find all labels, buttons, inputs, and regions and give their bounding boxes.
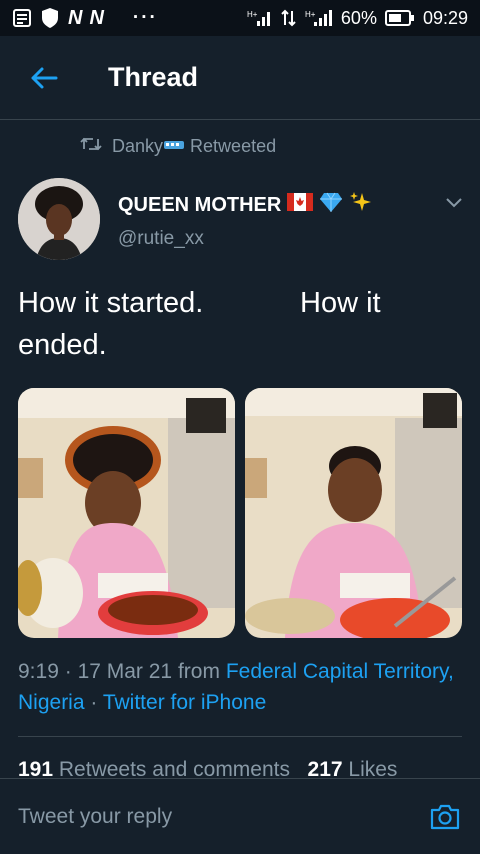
retweeted-label: Retweeted [190, 136, 277, 156]
notes-icon [12, 8, 32, 28]
camera-button[interactable] [428, 800, 462, 834]
retweet-icon [80, 136, 102, 157]
meta-separator-1: · [64, 660, 72, 683]
ship-emoji-icon [163, 136, 185, 156]
svg-text:H+: H+ [247, 10, 258, 19]
tweet-options-button[interactable] [440, 190, 468, 214]
camera-icon [430, 804, 460, 829]
author-name[interactable]: QUEEN MOTHER [118, 190, 373, 220]
retweet-context[interactable]: Danky Retweeted [80, 136, 276, 157]
thread-header: Thread [0, 36, 480, 120]
data-arrows-icon [281, 9, 297, 27]
shield-icon [40, 7, 60, 29]
tweet-time: 9:19 [18, 660, 59, 683]
photo-how-it-started[interactable] [18, 388, 235, 638]
gem-icon [319, 191, 343, 219]
retweets-count: 191 [18, 758, 54, 778]
back-arrow-icon [31, 67, 58, 88]
reply-bar: Tweet your reply [0, 778, 480, 854]
tweet-client-link[interactable]: Twitter for iPhone [103, 691, 266, 714]
sparkles-icon [349, 190, 373, 220]
avatar[interactable] [18, 178, 100, 260]
status-bar: N N ··· H+ H+ 60% 09:29 [0, 0, 480, 36]
photo-how-it-ended[interactable] [245, 388, 462, 638]
retweets-label: Retweets and comments [58, 758, 290, 778]
tweet-media [18, 388, 462, 638]
tweet-date: 17 Mar 21 [77, 660, 173, 683]
likes-stat[interactable]: 217 Likes [308, 758, 398, 778]
page-title: Thread [108, 62, 199, 92]
tweet-text: How it started. How it ended. [18, 287, 381, 361]
carrier-icon-2: N [89, 6, 103, 29]
signal-icon-2: H+ [305, 9, 333, 27]
meta-separator-2: · [90, 691, 98, 714]
back-button[interactable] [0, 36, 88, 120]
divider [18, 736, 462, 737]
tweet-stats: 191 Retweets and comments 217 Likes [18, 758, 462, 778]
canada-flag-icon [287, 193, 314, 217]
svg-text:H+: H+ [305, 10, 316, 19]
carrier-icon-1: N [68, 6, 82, 29]
likes-count: 217 [307, 758, 343, 778]
clock: 09:29 [422, 7, 468, 28]
reply-input[interactable]: Tweet your reply [18, 805, 428, 829]
signal-icon: H+ [247, 9, 273, 27]
retweeter-name: Danky [112, 136, 164, 156]
battery-icon [384, 9, 415, 27]
retweets-stat[interactable]: 191 Retweets and comments [18, 758, 290, 778]
more-notifications: ··· [132, 7, 158, 28]
likes-label: Likes [348, 758, 398, 778]
battery-percent: 60% [340, 7, 377, 28]
author-handle[interactable]: @rutie_xx [118, 228, 204, 250]
chevron-down-icon [446, 198, 462, 208]
from-label: from [177, 660, 220, 683]
tweet-meta: 9:19 · 17 Mar 21 from Federal Capital Te… [18, 656, 462, 718]
